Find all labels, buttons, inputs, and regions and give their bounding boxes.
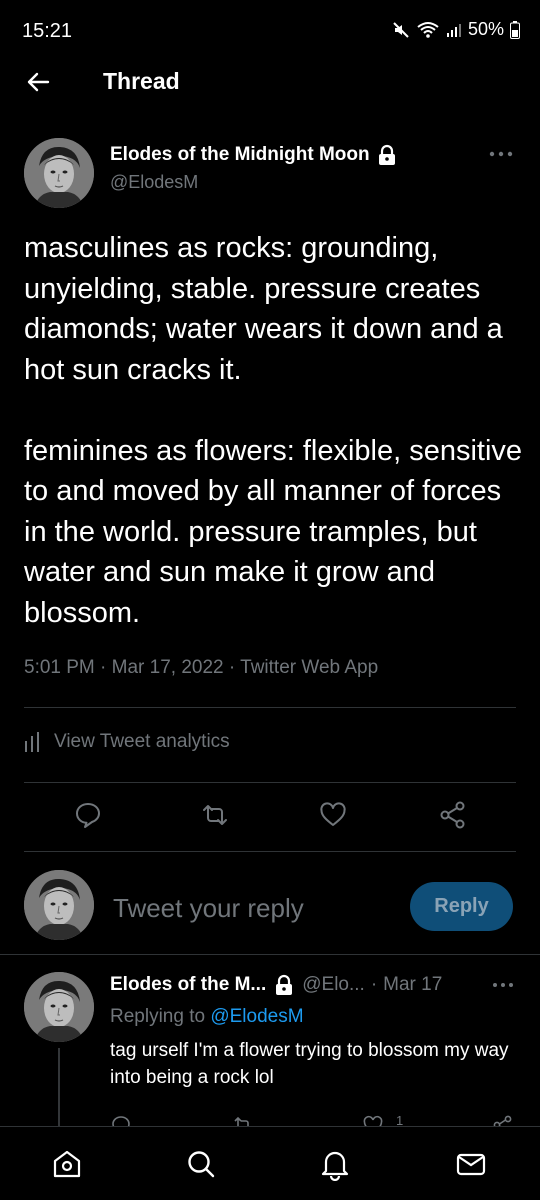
- retweet-icon[interactable]: [200, 800, 230, 830]
- wifi-icon: [417, 21, 439, 38]
- like-icon[interactable]: [318, 800, 348, 830]
- home-icon[interactable]: [50, 1147, 84, 1181]
- more-options-icon[interactable]: [492, 980, 514, 990]
- status-bar: 15:21 50%: [0, 0, 540, 60]
- lock-icon: [378, 144, 395, 165]
- signal-icon: [446, 23, 461, 37]
- reply-author-name[interactable]: Elodes of the M...: [110, 974, 266, 996]
- separator-dot: ·: [370, 974, 378, 995]
- analytics-label: View Tweet analytics: [54, 731, 230, 752]
- thread-header: Thread: [0, 60, 540, 104]
- status-icons: 50%: [392, 19, 520, 40]
- composer-avatar: [24, 870, 94, 940]
- replying-to-mention[interactable]: @ElodesM: [210, 1006, 303, 1027]
- notifications-icon[interactable]: [318, 1147, 352, 1181]
- author-avatar[interactable]: [24, 138, 94, 208]
- status-time: 15:21: [22, 20, 73, 42]
- divider: [0, 954, 540, 955]
- share-icon[interactable]: [438, 800, 468, 830]
- avatar-portrait-icon: [24, 138, 94, 208]
- mute-icon: [393, 21, 409, 38]
- replying-to-label: Replying to: [110, 1006, 206, 1027]
- messages-icon[interactable]: [454, 1147, 488, 1181]
- reply-author-handle[interactable]: @Elo...: [302, 974, 365, 996]
- bottom-navigation: [0, 1126, 540, 1200]
- search-icon[interactable]: [184, 1147, 218, 1181]
- page-title: Thread: [103, 68, 180, 94]
- analytics-icon: [25, 732, 39, 752]
- divider: [24, 707, 516, 708]
- author-name-row[interactable]: Elodes of the Midnight Moon: [110, 144, 397, 166]
- reply-icon[interactable]: [73, 800, 103, 830]
- tweet-meta: 5:01 PM · Mar 17, 2022 · Twitter Web App: [24, 657, 379, 678]
- replying-to: Replying to @ElodesM: [110, 1006, 304, 1028]
- author-handle[interactable]: @ElodesM: [110, 172, 198, 193]
- tweet-paragraph: masculines as rocks: grounding, unyieldi…: [24, 232, 503, 386]
- avatar-portrait-icon: [24, 972, 94, 1042]
- battery-icon: [510, 20, 520, 39]
- reply-button[interactable]: Reply: [410, 882, 513, 931]
- author-name[interactable]: Elodes of the Midnight Moon: [110, 144, 370, 166]
- reply-header: Elodes of the M... @Elo... · Mar 17: [110, 974, 442, 996]
- avatar-portrait-icon: [24, 870, 94, 940]
- lock-icon: [276, 974, 293, 995]
- tweet-text: masculines as rocks: grounding, unyieldi…: [24, 228, 524, 633]
- reply-author-avatar[interactable]: [24, 972, 94, 1042]
- more-options-icon[interactable]: [488, 148, 514, 160]
- back-arrow-icon[interactable]: [24, 68, 52, 96]
- battery-percent: 50%: [467, 19, 504, 39]
- reply-tweet-text: tag urself I'm a flower trying to blosso…: [110, 1040, 509, 1088]
- divider: [24, 851, 516, 852]
- divider: [24, 782, 516, 783]
- view-analytics-link[interactable]: View Tweet analytics: [24, 731, 230, 753]
- tweet-paragraph: feminines as flowers: flexible, sensitiv…: [24, 434, 523, 629]
- tweet-actions: [0, 800, 540, 836]
- reply-input[interactable]: [113, 888, 393, 928]
- reply-date[interactable]: Mar 17: [383, 974, 442, 996]
